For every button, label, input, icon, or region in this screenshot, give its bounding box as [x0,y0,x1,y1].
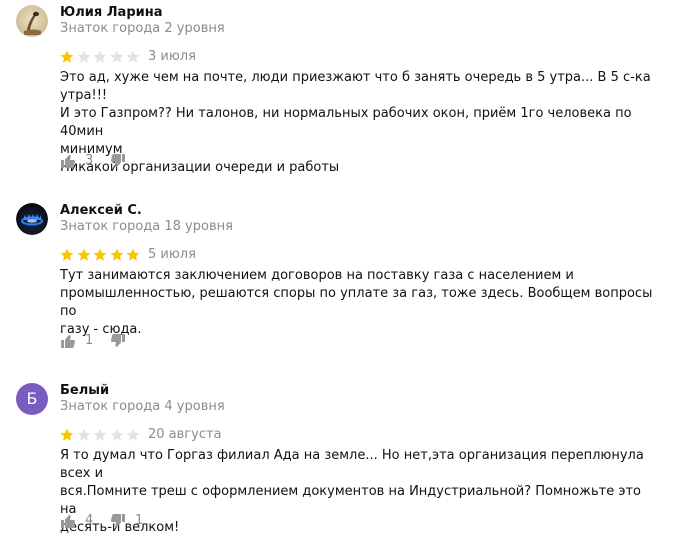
dislike-count: 1 [135,513,144,528]
author-name[interactable]: Алексей С. [60,203,142,218]
author-level: Знаток города 2 уровня [60,21,225,36]
review-text-line: десять-и велком! [60,520,180,535]
like-count: 3 [85,153,94,168]
user-avatar[interactable]: Б [16,383,48,415]
star-rating [60,428,143,442]
like-button[interactable]: 4 [60,512,93,530]
star-filled-icon [126,248,140,262]
like-button[interactable]: 1 [60,332,93,350]
avatar-letter: Б [26,389,38,408]
dislike-button[interactable] [110,152,126,170]
review-text-line: вся.Помните треш с оформлением документо… [60,484,641,517]
review-text-line: Тут занимаются заключением договоров на … [60,268,574,283]
review-text-line: И это Газпром?? Ни талонов, ни нормальны… [60,106,632,139]
star-filled-icon [110,248,124,262]
star-filled-icon [77,248,91,262]
author-name[interactable]: Белый [60,383,109,398]
star-filled-icon [60,428,74,442]
gas-flame-avatar-icon [16,203,48,235]
star-filled-icon [60,248,74,262]
star-filled-icon [60,50,74,64]
author-level: Знаток города 4 уровня [60,399,225,414]
review-text-line: Я то думал что Горгаз филиал Ада на земл… [60,448,644,481]
dislike-button[interactable]: 1 [110,512,143,530]
star-empty-icon [93,50,107,64]
review-text-line: Это ад, хуже чем на почте, люди приезжаю… [60,70,651,103]
review-text-line: Никакой организации очереди и работы [60,160,340,175]
review-date: 20 августа [148,427,222,442]
star-filled-icon [93,248,107,262]
star-empty-icon [77,428,91,442]
review-text-line: минимум [60,142,123,157]
review-text: Тут занимаются заключением договоров на … [60,267,660,339]
review-text: Я то думал что Горгаз филиал Ада на земл… [60,447,660,537]
review-text-line: промышленностью, решаются споры по уплат… [60,286,653,319]
thumbs-up-icon [61,155,76,168]
review-date: 3 июля [148,49,196,64]
like-count: 4 [85,513,94,528]
star-empty-icon [110,428,124,442]
author-name[interactable]: Юлия Ларина [60,5,163,20]
thumbs-down-icon [110,514,125,527]
thumbs-up-icon [61,335,76,348]
star-rating [60,248,143,262]
star-empty-icon [77,50,91,64]
star-empty-icon [126,50,140,64]
star-empty-icon [126,428,140,442]
author-level: Знаток города 18 уровня [60,219,233,234]
photo-avatar-icon [16,5,48,37]
thumbs-down-icon [110,154,125,167]
review-text-line: газу - сюда. [60,322,142,337]
review-text: Это ад, хуже чем на почте, люди приезжаю… [60,69,660,177]
like-count: 1 [85,333,94,348]
star-rating [60,50,143,64]
like-button[interactable]: 3 [60,152,93,170]
user-avatar[interactable] [16,203,48,235]
user-avatar[interactable] [16,5,48,37]
thumbs-up-icon [61,515,76,528]
dislike-button[interactable] [110,332,126,350]
star-empty-icon [93,428,107,442]
thumbs-down-icon [110,334,125,347]
review-date: 5 июля [148,247,196,262]
star-empty-icon [110,50,124,64]
